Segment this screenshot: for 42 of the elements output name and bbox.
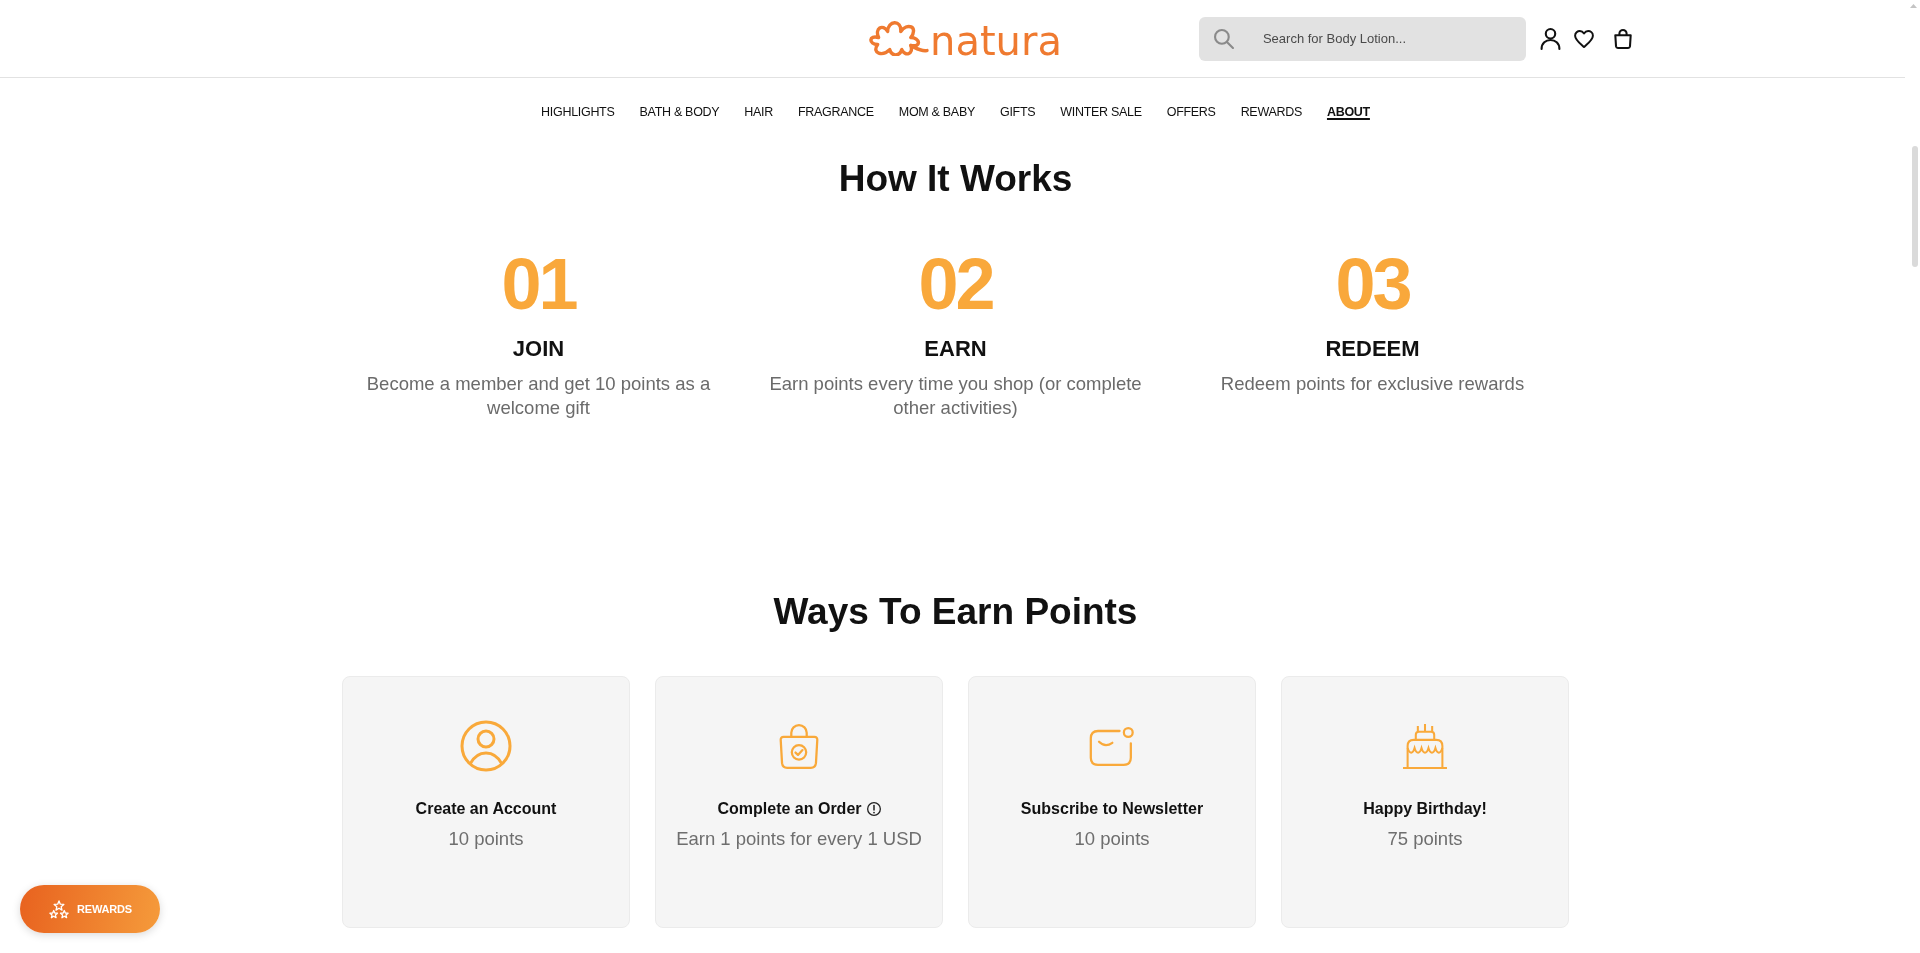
points-text: 75 points bbox=[1387, 827, 1463, 851]
birthday-cake-icon bbox=[1403, 723, 1447, 769]
nav-link[interactable]: BATH & BODY bbox=[639, 104, 720, 120]
nav-link[interactable]: OFFERS bbox=[1166, 104, 1216, 120]
step-number: 03 bbox=[1335, 244, 1410, 324]
step-description: Become a member and get 10 points as a welcome gift bbox=[365, 372, 712, 420]
search-icon bbox=[1213, 28, 1234, 49]
step-description: Earn points every time you shop (or complete other activities) bbox=[768, 372, 1143, 420]
nav-link[interactable]: REWARDS bbox=[1240, 104, 1302, 120]
user-icon bbox=[460, 720, 512, 772]
nav-link[interactable]: MOM & BABY bbox=[898, 104, 975, 120]
nav-link[interactable]: HAIR bbox=[744, 104, 773, 120]
nav-link[interactable]: WINTER SALE bbox=[1060, 104, 1142, 120]
step-number: 02 bbox=[918, 244, 993, 324]
heart-icon[interactable] bbox=[1573, 29, 1594, 48]
shopping-bag-check-icon bbox=[779, 723, 819, 769]
card-title: Complete an Order bbox=[717, 799, 862, 819]
shopping-bag-icon[interactable] bbox=[1613, 28, 1632, 49]
card-title: Create an Account bbox=[415, 799, 557, 819]
points-text: 10 points bbox=[448, 827, 524, 851]
nav-link[interactable]: FRAGRANCE bbox=[798, 104, 874, 120]
step-title: JOIN bbox=[512, 336, 565, 362]
search-field[interactable]: Search for Body Lotion... bbox=[1198, 16, 1526, 61]
step-description: Redeem points for exclusive rewards bbox=[1220, 372, 1525, 396]
section-heading: Ways To Earn Points bbox=[772, 590, 1139, 634]
nav-link[interactable]: ABOUT bbox=[1326, 104, 1370, 120]
card-title: Happy Birthday! bbox=[1363, 799, 1487, 819]
envelope-icon bbox=[1089, 726, 1135, 766]
step-title: EARN bbox=[924, 336, 987, 362]
nav-link[interactable]: HIGHLIGHTS bbox=[541, 104, 615, 120]
step-title: REDEEM bbox=[1325, 336, 1420, 362]
scrollbar-thumb[interactable] bbox=[1912, 146, 1918, 267]
nav-link[interactable]: GIFTS bbox=[999, 104, 1036, 120]
flower-logo-icon bbox=[869, 21, 930, 56]
points-text: Earn 1 points for every 1 USD bbox=[676, 827, 922, 851]
step-number: 01 bbox=[501, 244, 576, 324]
card-title: Subscribe to Newsletter bbox=[1020, 799, 1204, 819]
points-text: 10 points bbox=[1074, 827, 1150, 851]
user-icon[interactable] bbox=[1539, 27, 1561, 50]
stars-icon bbox=[49, 899, 69, 919]
info-icon[interactable] bbox=[866, 802, 881, 816]
section-heading: How It Works bbox=[837, 157, 1074, 201]
